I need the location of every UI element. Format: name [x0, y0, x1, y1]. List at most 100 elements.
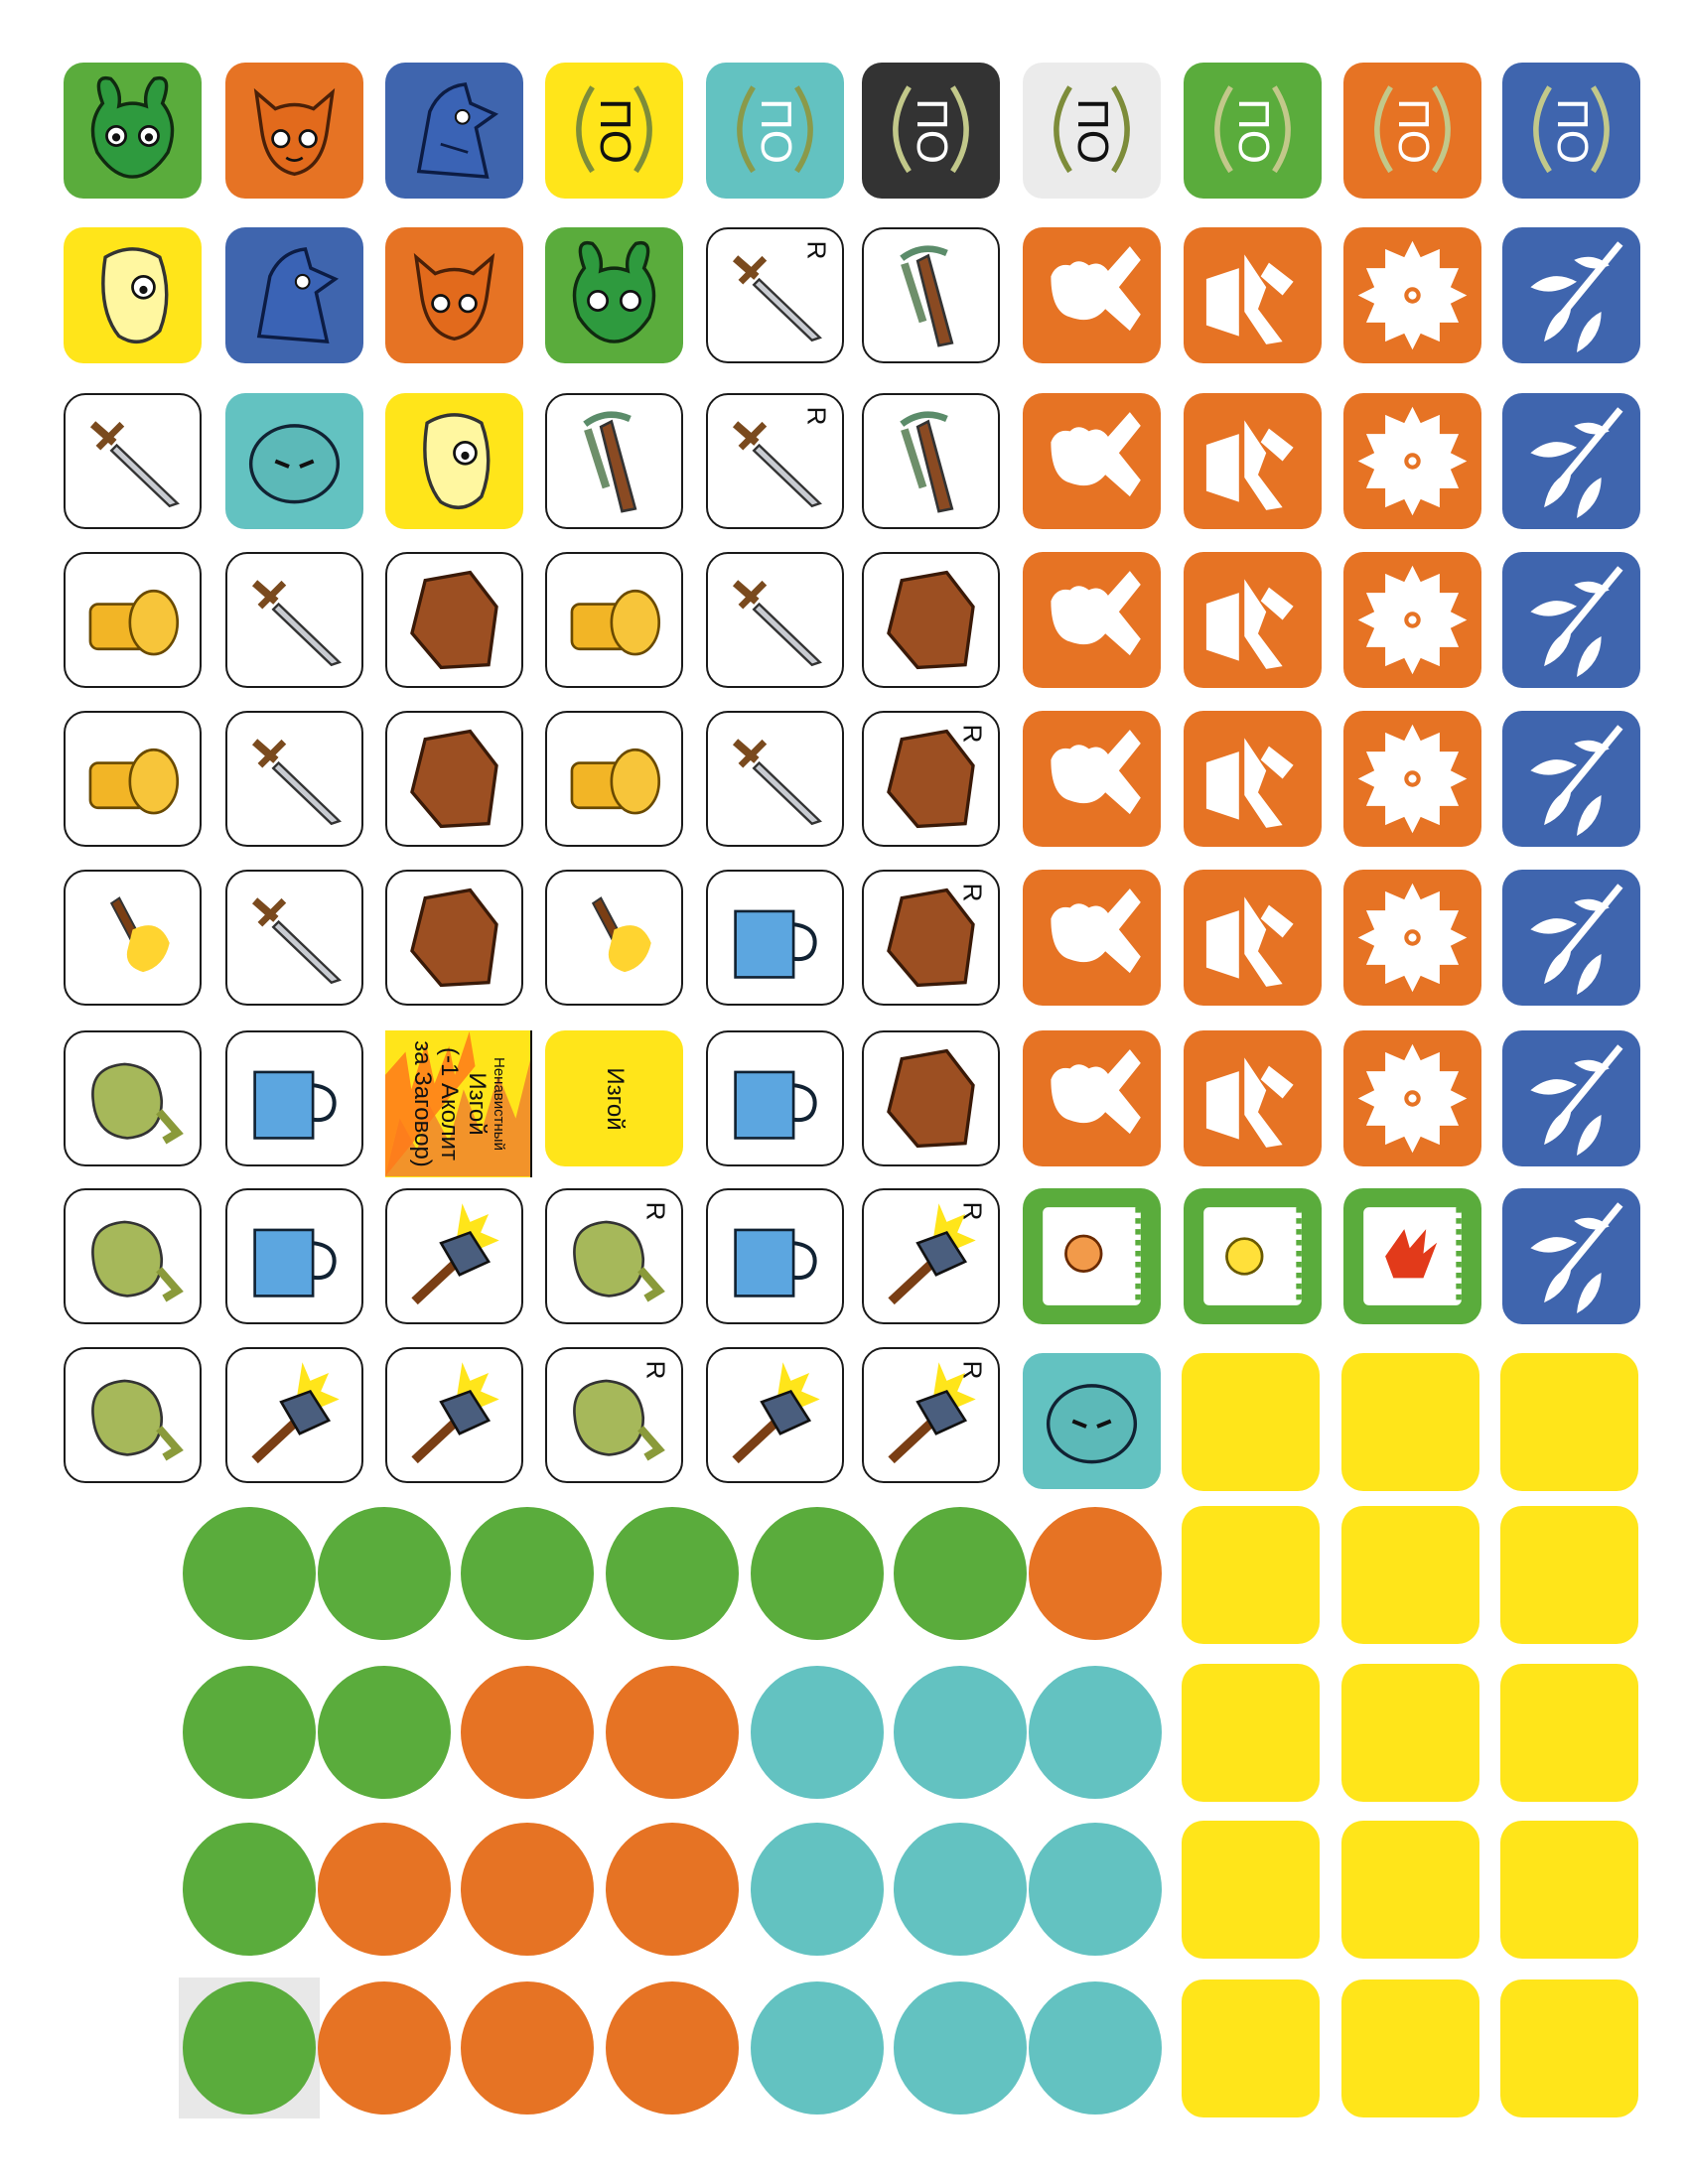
teapot-icon — [734, 1228, 817, 1297]
tile-coins — [64, 711, 202, 847]
vine-tile-tulip — [1182, 1664, 1320, 1802]
tile-lizard-face — [64, 227, 202, 363]
tile-hammer-shield — [1184, 552, 1322, 688]
fist-icon — [1051, 246, 1141, 332]
card-line-4: за Заговор) — [408, 1040, 436, 1167]
outcast-label: Изгой — [601, 1066, 629, 1131]
r-marker: R — [640, 1360, 671, 1380]
logs-icon — [606, 1666, 739, 1799]
logs-icon — [318, 1823, 451, 1956]
signpost-icon — [894, 1981, 1027, 2115]
vine-tile-tulip — [1182, 1506, 1320, 1644]
token-logs — [606, 1823, 739, 1956]
leather-armor-icon — [887, 570, 975, 670]
vine-pattern-icon — [1341, 1821, 1479, 1959]
vine-tile-rabbit — [1341, 1353, 1479, 1491]
signpost-icon — [894, 1823, 1027, 1956]
tile-coins — [64, 552, 202, 688]
vine-pattern-icon — [1500, 1664, 1638, 1802]
token-fist — [751, 1507, 884, 1640]
vine-tile-rabbit — [1341, 1979, 1479, 2117]
tile-coins — [545, 552, 683, 688]
dagger-icon — [89, 421, 180, 508]
owl-face-icon — [248, 424, 341, 504]
leather-armor-icon — [887, 1048, 975, 1149]
token-logs — [461, 1823, 594, 1956]
tile-leather-armor: R — [862, 711, 1000, 847]
logs-icon — [606, 1981, 739, 2115]
card-line-2: Изгой — [463, 1072, 491, 1136]
sawblade-icon — [1357, 1043, 1468, 1154]
leaf-branch-icon — [1530, 725, 1623, 837]
tile-coins — [545, 711, 683, 847]
r-marker: R — [957, 724, 988, 744]
token-sign-rabbit — [894, 1666, 1027, 1799]
tile-fist — [1023, 1030, 1161, 1166]
tile-po-orange: ПО — [1343, 63, 1481, 199]
signpost-icon — [751, 1981, 884, 2115]
tile-sawblade — [1343, 393, 1481, 529]
po-label: ПО — [1388, 97, 1438, 164]
tile-owl-face — [1023, 1353, 1161, 1489]
tile-sawblade — [1343, 870, 1481, 1006]
sawblade-icon — [1357, 565, 1468, 675]
tile-sack — [64, 1188, 202, 1324]
vine-pattern-icon — [1500, 1821, 1638, 1959]
dagger-icon — [251, 897, 342, 985]
ruins-icon — [33, 1501, 170, 1638]
leaf-branch-icon — [1530, 1044, 1623, 1157]
tile-hammer — [385, 1347, 523, 1483]
tile-bird-face — [225, 227, 363, 363]
tile-dagger: R — [706, 227, 844, 363]
logs-icon — [461, 1666, 594, 1799]
ruins-tile — [33, 1660, 170, 1797]
vine-tile-rabbit — [1341, 1821, 1479, 1959]
tile-hammer — [225, 1347, 363, 1483]
teapot-icon — [253, 1228, 337, 1297]
signpost-icon — [894, 1666, 1027, 1799]
tile-banner-fox — [1023, 1188, 1161, 1324]
banner-icon — [1363, 1207, 1462, 1305]
hammer-icon — [411, 1362, 499, 1464]
tile-leather-armor: R — [862, 870, 1000, 1006]
tile-po-blue: ПО — [1502, 63, 1640, 199]
po-label: ПО — [751, 97, 800, 164]
po-label: ПО — [1228, 97, 1278, 164]
hammer-shield-icon — [1205, 738, 1294, 828]
ruins-tile — [33, 1501, 170, 1638]
tile-po-green: ПО — [1184, 63, 1322, 199]
card-line-1: Ненавистный — [491, 1057, 508, 1151]
fist-icon — [183, 1981, 316, 2115]
token-sign-tulip — [1029, 1981, 1162, 2115]
tile-leaf-branch — [1502, 552, 1640, 688]
r-marker: R — [957, 883, 988, 902]
vine-pattern-icon — [1182, 1979, 1320, 2117]
hammer-shield-icon — [1205, 254, 1294, 344]
tile-fist — [1023, 227, 1161, 363]
tile-dagger — [706, 552, 844, 688]
leather-armor-icon — [410, 729, 498, 829]
leaf-branch-icon — [1530, 884, 1623, 996]
tile-leather-armor — [862, 1030, 1000, 1166]
tile-fist — [1023, 552, 1161, 688]
hammer-shield-icon — [1205, 896, 1294, 987]
tile-owl-face — [225, 393, 363, 529]
r-marker: R — [640, 1201, 671, 1221]
token-sign-rabbit — [894, 1981, 1027, 2115]
hammer-icon — [411, 1203, 499, 1305]
vine-pattern-icon — [1182, 1664, 1320, 1802]
tile-sawblade — [1343, 552, 1481, 688]
lizard-face-icon — [101, 247, 169, 343]
po-label: ПО — [907, 97, 956, 164]
leather-armor-icon — [410, 887, 498, 988]
banner-icon — [1203, 1207, 1302, 1305]
leaf-branch-icon — [1530, 566, 1623, 678]
teapot-icon — [734, 909, 817, 979]
fox-face-icon — [413, 252, 495, 341]
coins-icon — [88, 748, 180, 815]
lizard-face-icon — [423, 413, 491, 509]
tile-sack — [64, 1030, 202, 1166]
vine-pattern-icon — [1500, 1506, 1638, 1644]
token-fist — [606, 1507, 739, 1640]
tile-leather-armor — [385, 711, 523, 847]
